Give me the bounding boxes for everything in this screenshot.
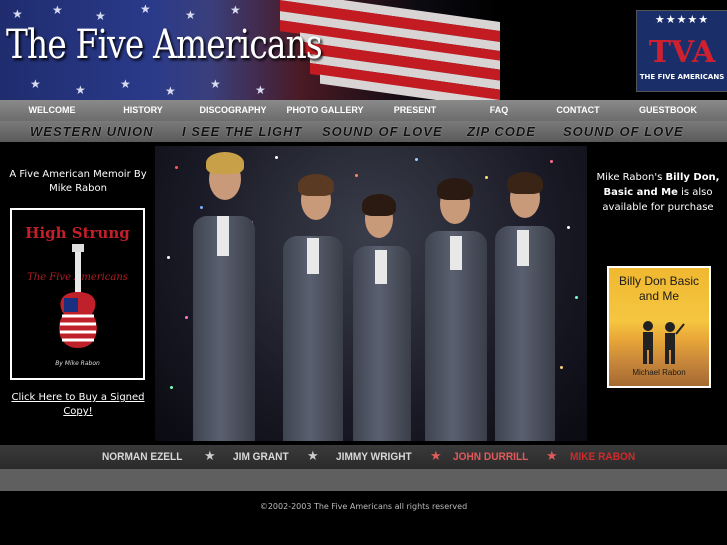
song-sound-of-love-2[interactable]: SOUND OF LOVE (563, 121, 684, 142)
book-title: High Strung (25, 224, 130, 242)
nav-guestbook[interactable]: GUESTBOOK (632, 100, 704, 121)
nav-history[interactable]: HISTORY (112, 100, 174, 121)
logo-tagline: THE FIVE AMERICANS (639, 73, 725, 81)
buy-signed-copy-link[interactable]: Click Here to Buy a Signed Copy! (4, 391, 152, 419)
header: ★ ★ ★ ★ ★ ★ ★ ★ ★ ★ ★ ★ The Five America… (0, 0, 727, 100)
billy-cover-author: Michael Rabon (632, 368, 686, 377)
star-icon: ★ (204, 449, 216, 464)
song-zip-code[interactable]: ZIP CODE (467, 121, 536, 142)
member-mike-rabon[interactable]: MIKE RABON (570, 445, 635, 469)
nav-photo-gallery[interactable]: PHOTO GALLERY (283, 100, 367, 121)
band-logo[interactable]: ★★★★★ TVA THE FIVE AMERICANS (636, 10, 727, 92)
members-bar: NORMAN EZELL ★ JIM GRANT ★ JIMMY WRIGHT … (0, 445, 727, 469)
main-nav: WELCOME HISTORY DISCOGRAPHY PHOTO GALLER… (0, 100, 727, 121)
book-author: By Mike Rabon (55, 360, 100, 367)
song-western-union[interactable]: WESTERN UNION (30, 121, 154, 142)
guitar-icon (59, 244, 97, 348)
promo-prefix: Mike Rabon's (596, 172, 663, 183)
promo-text: Mike Rabon's Billy Don, Basic and Me is … (595, 170, 721, 215)
billy-cover-title: Billy Don Basic and Me (618, 274, 700, 303)
star-icon: ★ (307, 449, 319, 464)
high-strung-book-cover[interactable]: High Strung The Five Americans By Mike R… (10, 208, 145, 380)
billy-don-book-cover[interactable]: Billy Don Basic and Me Michael Rabon (607, 266, 711, 388)
flag-banner: ★ ★ ★ ★ ★ ★ ★ ★ ★ ★ ★ ★ The Five America… (0, 0, 500, 100)
songs-bar: WESTERN UNION I SEE THE LIGHT SOUND OF L… (0, 121, 727, 142)
member-jimmy-wright[interactable]: JIMMY WRIGHT (336, 445, 412, 469)
logo-stars-icon: ★★★★★ (654, 13, 710, 26)
star-icon: ★ (430, 449, 442, 464)
song-sound-of-love[interactable]: SOUND OF LOVE (322, 121, 443, 142)
nav-discography[interactable]: DISCOGRAPHY (195, 100, 271, 121)
footer-bar (0, 469, 727, 491)
nav-faq[interactable]: FAQ (478, 100, 520, 121)
member-jim-grant[interactable]: JIM GRANT (233, 445, 289, 469)
copyright: ©2002-2003 The Five Americans all rights… (259, 502, 468, 511)
logo-text: TVA (648, 35, 716, 70)
member-john-durrill[interactable]: JOHN DURRILL (453, 445, 528, 469)
member-norman-ezell[interactable]: NORMAN EZELL (102, 445, 182, 469)
nav-present[interactable]: PRESENT (385, 100, 445, 121)
nav-welcome[interactable]: WELCOME (18, 100, 86, 121)
star-icon: ★ (546, 449, 558, 464)
band-photo (155, 146, 587, 441)
nav-contact[interactable]: CONTACT (548, 100, 608, 121)
soldiers-silhouette-icon (643, 321, 685, 364)
song-i-see-the-light[interactable]: I SEE THE LIGHT (182, 121, 302, 142)
memoir-text: A Five American Memoir By Mike Rabon (9, 169, 147, 194)
site-title: The Five Americans (6, 22, 323, 68)
